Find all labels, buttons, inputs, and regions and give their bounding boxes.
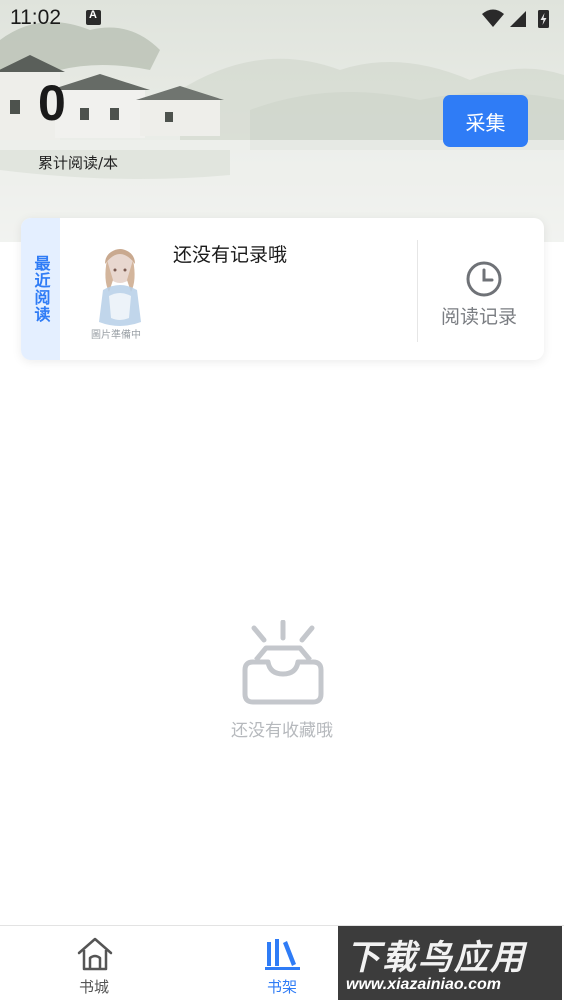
nav-label-bookshelf: 书架 <box>266 978 297 996</box>
bookshelf-icon <box>265 939 300 970</box>
nav-label-bookstore: 书城 <box>78 978 109 996</box>
watermark-title: 下载鸟应用 <box>346 938 526 978</box>
status-bar: 11:02 A <box>0 0 564 38</box>
watermark-url: www.xiazainiao.com <box>346 976 502 993</box>
recent-reading-tag: 最近阅读 <box>21 218 60 360</box>
nav-item-bookshelf[interactable]: 书架 <box>222 926 342 1004</box>
wifi-icon <box>482 9 504 27</box>
recent-reading-card: 最近阅读 圖片準備中 还没有记录哦 阅读记录 <box>21 218 544 360</box>
recent-reading-tag-label: 最近阅读 <box>31 255 51 323</box>
a-box-icon: A <box>86 9 101 25</box>
reading-history-button[interactable]: 阅读记录 <box>431 248 541 334</box>
status-time: 11:02 <box>10 6 61 29</box>
watermark-logo: 下载鸟应用 www.xiazainiao.com <box>338 926 562 1000</box>
card-divider <box>417 240 418 342</box>
no-record-message: 还没有记录哦 <box>173 244 288 266</box>
cell-signal-icon <box>510 11 526 27</box>
collect-button[interactable]: 采集 <box>443 95 528 147</box>
book-cover-placeholder[interactable] <box>85 240 155 340</box>
clock-icon <box>466 261 502 297</box>
cover-caption: 圖片準備中 <box>91 330 141 341</box>
nav-item-bookstore[interactable]: 书城 <box>34 926 154 1004</box>
home-icon <box>77 937 113 971</box>
status-icons <box>482 9 549 28</box>
empty-inbox-icon <box>242 620 324 705</box>
empty-favorites-message: 还没有收藏哦 <box>231 721 333 741</box>
reading-count: 0 <box>38 75 66 131</box>
reading-count-label: 累计阅读/本 <box>38 154 119 172</box>
reading-history-label: 阅读记录 <box>441 306 518 328</box>
